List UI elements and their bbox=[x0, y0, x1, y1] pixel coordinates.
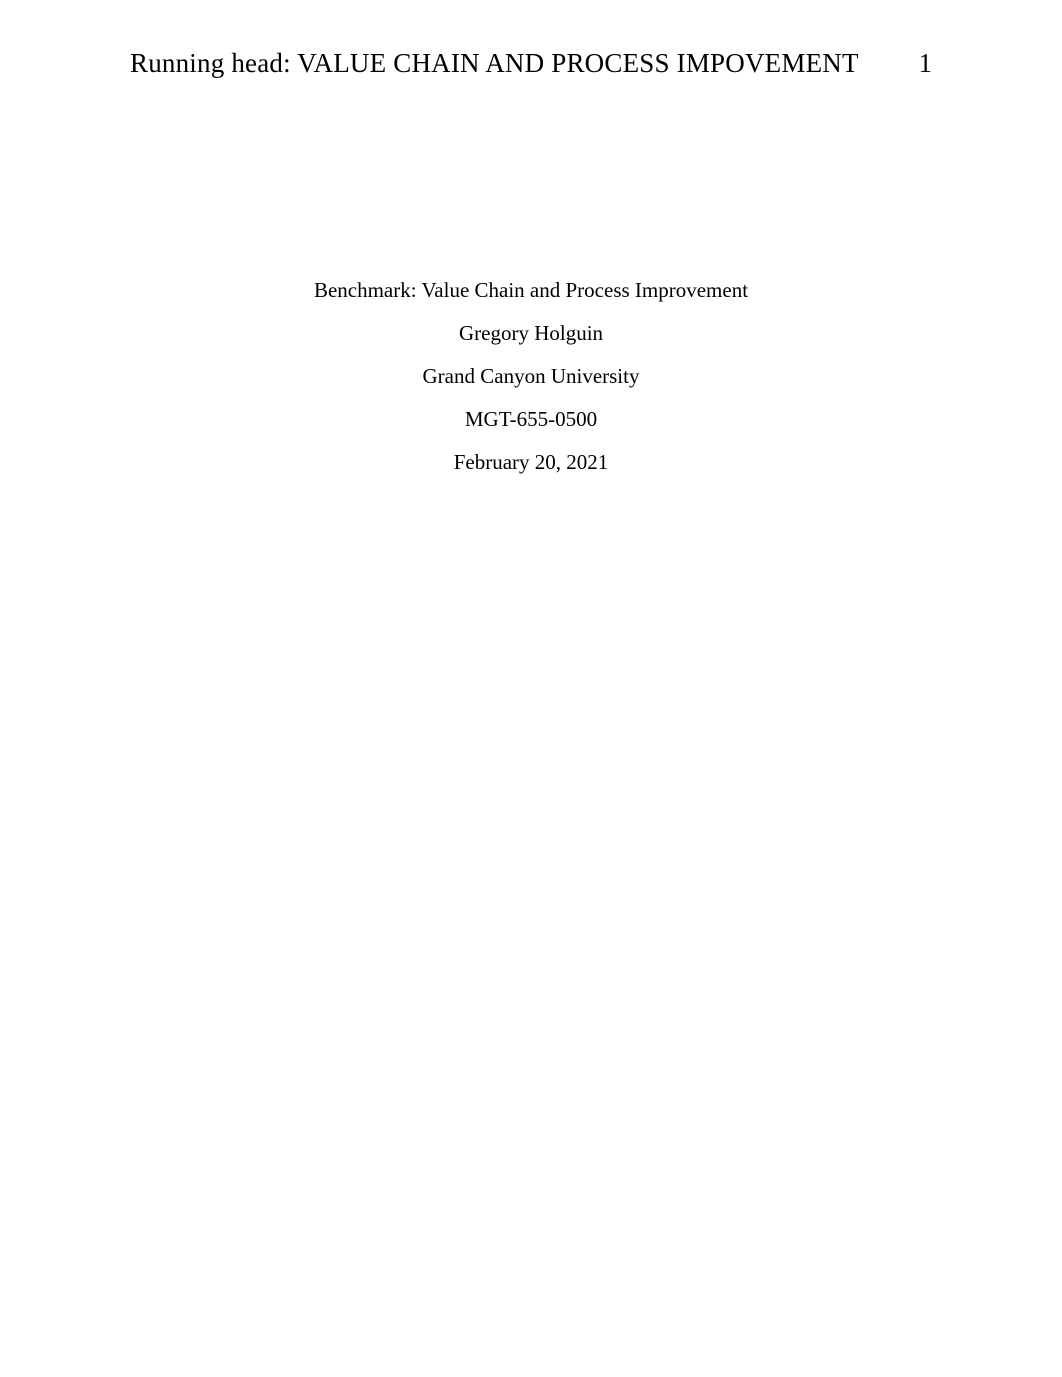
title-block: Benchmark: Value Chain and Process Impro… bbox=[130, 269, 932, 484]
page-header: Running head: VALUE CHAIN AND PROCESS IM… bbox=[130, 48, 932, 79]
running-head: Running head: VALUE CHAIN AND PROCESS IM… bbox=[130, 48, 859, 79]
running-head-text: VALUE CHAIN AND PROCESS IMPOVEMENT bbox=[297, 48, 858, 78]
running-head-prefix: Running head: bbox=[130, 48, 297, 78]
document-author: Gregory Holguin bbox=[130, 312, 932, 355]
document-title: Benchmark: Value Chain and Process Impro… bbox=[130, 269, 932, 312]
document-page: Running head: VALUE CHAIN AND PROCESS IM… bbox=[0, 0, 1062, 1377]
page-number: 1 bbox=[919, 48, 933, 79]
document-course: MGT-655-0500 bbox=[130, 398, 932, 441]
document-institution: Grand Canyon University bbox=[130, 355, 932, 398]
document-date: February 20, 2021 bbox=[130, 441, 932, 484]
